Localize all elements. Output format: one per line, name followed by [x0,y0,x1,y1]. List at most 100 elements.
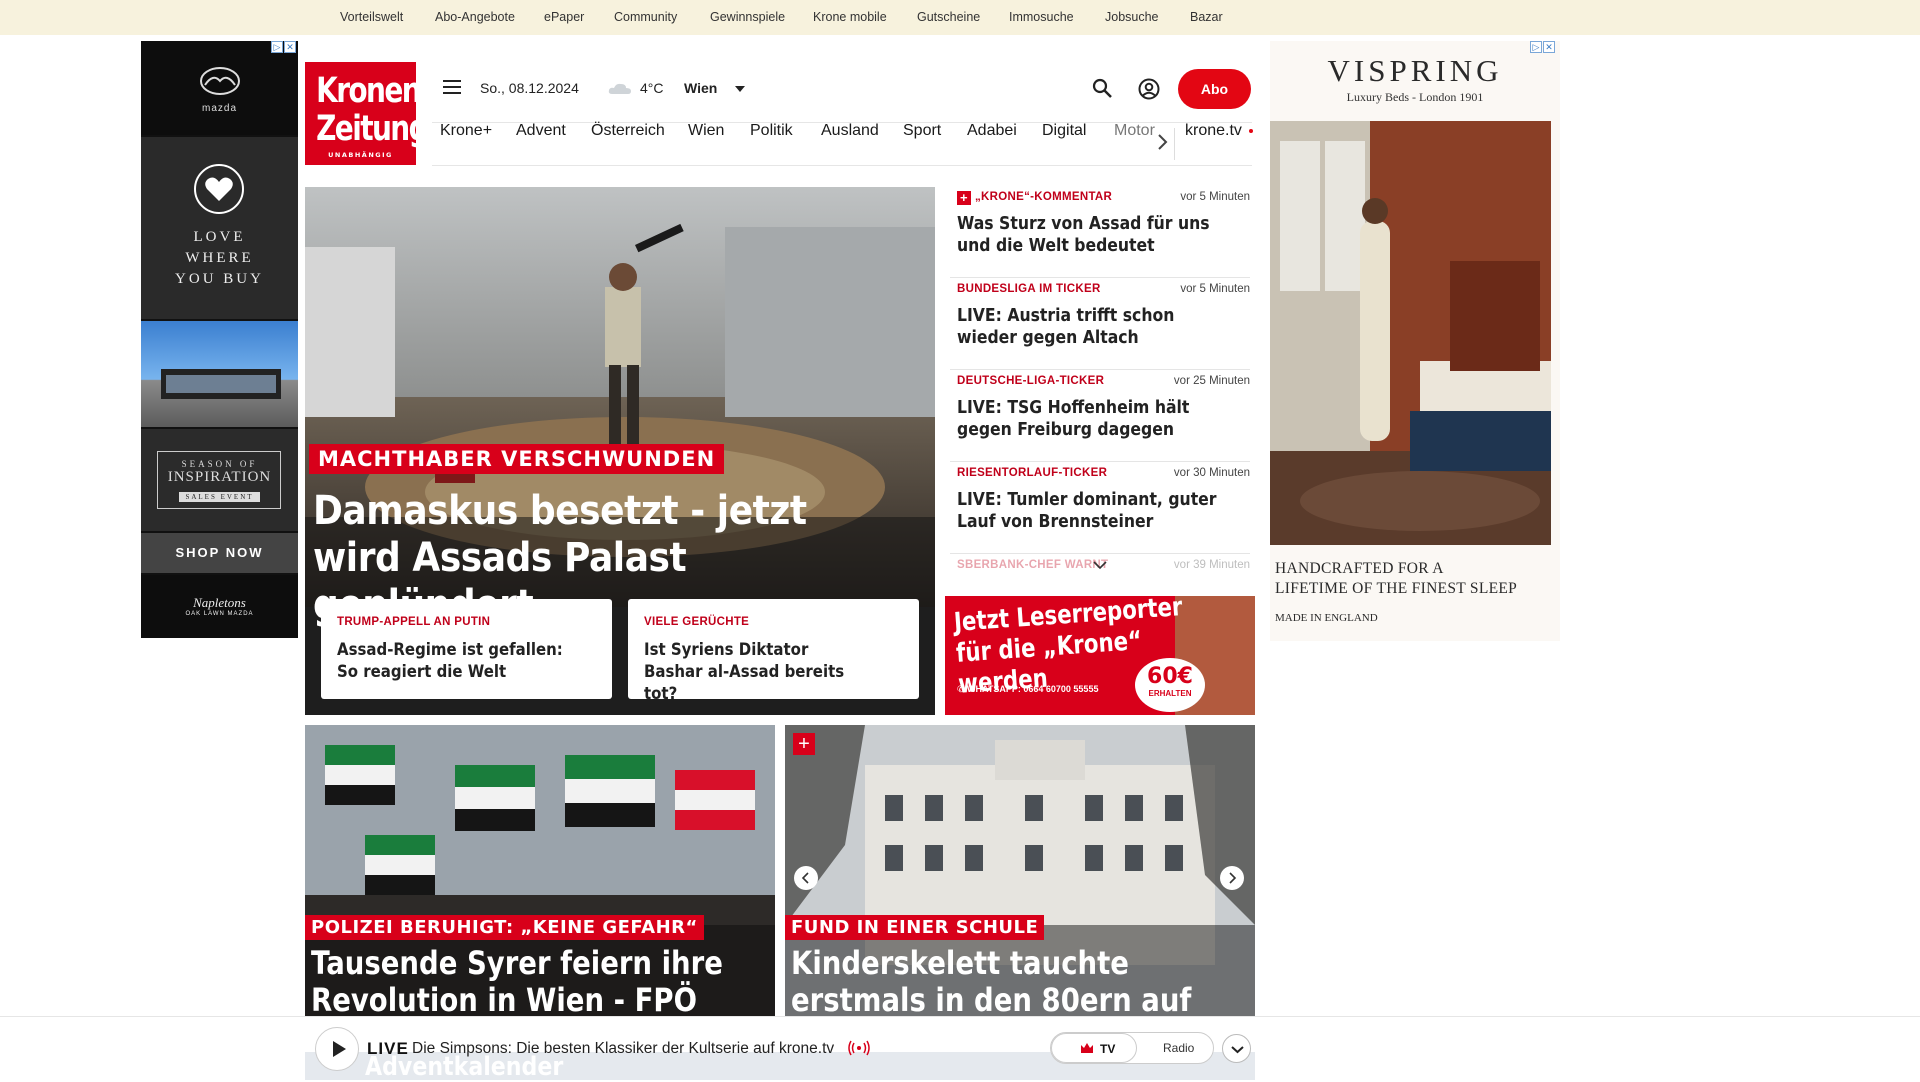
heart-icon [194,164,244,214]
ticker-title: LIVE: Tumler dominant, guter Lauf von Br… [957,489,1217,532]
slider-prev-button[interactable] [794,866,818,890]
card-title: Tausende Syrer feiern ihre Revolution in… [311,944,723,1018]
card-kicker: POLIZEI BERUHIGT: „KEINE GEFAHR“ [305,915,704,940]
ticker-time: vor 39 Minuten [1173,559,1250,571]
radio-option[interactable]: Radio [1163,1041,1194,1055]
topnav-gewinnspiele[interactable]: Gewinnspiele [710,10,785,24]
topnav-immosuche[interactable]: Immosuche [1009,10,1074,24]
tv-radio-toggle[interactable]: TV Radio [1050,1032,1214,1064]
topnav-abo-angebote[interactable]: Abo-Angebote [435,10,515,24]
slider-next-button[interactable] [1220,866,1244,890]
tv-label: TV [1100,1042,1116,1056]
dealer-sub: OAK LAWN MAZDA [185,611,254,617]
tab-adabei[interactable]: Adabei [967,122,1017,140]
ad-info-icon[interactable]: ▷ [1530,41,1542,53]
mazda-logo-icon [200,67,240,95]
mazda-logo-block: mazda [141,41,298,135]
ad-caption-2: LIFETIME OF THE FINEST SLEEP [1275,580,1518,597]
left-skyscraper-ad[interactable]: mazda LOVE WHERE YOU BUY SEASON OF INSPI… [141,41,298,638]
krone-logo[interactable]: Kronen Zeitung UNABHÄNGIG [305,62,429,165]
tab-oesterreich[interactable]: Österreich [591,122,665,140]
menu-icon[interactable] [443,80,461,94]
dealer-name: Napletons [193,595,246,610]
tab-krone-tv[interactable]: krone.tv [1185,122,1242,140]
tv-option[interactable]: TV [1051,1033,1137,1063]
subcard-kicker: TRUMP-APPELL AN PUTIN [337,616,491,628]
shop-now-button[interactable]: SHOP NOW [141,533,298,573]
vispring-sub: Luxury Beds - London 1901 [1346,90,1484,104]
article-card[interactable]: POLIZEI BERUHIGT: „KEINE GEFAHR“ Tausend… [305,725,775,1017]
bedroom-photo [1270,121,1551,545]
prize-amount: 60€ [1147,664,1193,689]
topnav-epaper[interactable]: ePaper [544,10,584,24]
topnav-community[interactable]: Community [614,10,677,24]
vispring-logo: VISPRING [1327,53,1503,88]
abo-button[interactable]: Abo [1178,69,1251,109]
topnav-vorteilswelt[interactable]: Vorteilswelt [340,10,403,24]
expand-player-button[interactable] [1222,1034,1251,1063]
top-service-nav: Vorteilswelt Abo-Angebote ePaper Communi… [0,0,1920,35]
ticker-item[interactable]: DEUTSCHE-LIGA-TICKER vor 25 Minuten LIVE… [950,370,1250,462]
ticker-kicker: SBERBANK-CHEF WARNT [957,559,1109,571]
temperature: 4°C [640,80,664,96]
crown-icon [1081,1043,1093,1053]
tab-sport[interactable]: Sport [903,122,941,140]
logo-tagline: UNABHÄNGIG [328,151,393,159]
user-icon[interactable] [1138,78,1160,100]
subcard-kicker: VIELE GERÜCHTE [644,616,750,628]
hero-subcard-1[interactable]: TRUMP-APPELL AN PUTIN Assad-Regime ist g… [321,599,612,699]
ticker-kicker: RIESENTORLAUF-TICKER [957,467,1108,479]
ticker-title: LIVE: Austria trifft schon wieder gegen … [957,305,1175,348]
krone-plus-icon: + [793,733,815,755]
ticker-item[interactable]: RIESENTORLAUF-TICKER vor 30 Minuten LIVE… [950,462,1250,554]
ad-made-in: MADE IN ENGLAND [1275,612,1378,624]
search-icon[interactable] [1092,78,1112,98]
article-card[interactable]: + FUND IN EINER SCHULE Kinderskelett tau… [785,725,1255,1017]
hero-kicker: MACHTHABER VERSCHWUNDEN [309,444,725,474]
ticker-time: vor 5 Minuten [1180,283,1250,295]
mazda-wordmark: mazda [201,103,237,114]
tab-ausland[interactable]: Ausland [821,122,879,140]
city-select[interactable]: Wien [684,80,717,96]
card-kicker: FUND IN EINER SCHULE [785,915,1045,940]
leser-whatsapp: WHATSAPP: 0664 60700 55555 [967,684,1099,694]
chevron-down-icon[interactable] [735,86,745,92]
hero-subcard-2[interactable]: VIELE GERÜCHTE Ist Syriens Diktator Bash… [628,599,919,704]
ticker-title: LIVE: TSG Hoffenheim hält gegen Freiburg… [957,397,1190,440]
broadcast-icon [848,1040,870,1056]
live-label: LIVE [367,1039,409,1058]
chevron-right-icon[interactable] [1155,132,1169,152]
play-button[interactable] [315,1027,359,1071]
topnav-krone-mobile[interactable]: Krone mobile [813,10,887,24]
current-date: So., 08.12.2024 [480,80,579,96]
tab-wien[interactable]: Wien [688,122,724,140]
love-where-you-buy-block: LOVE WHERE YOU BUY [141,137,298,319]
topnav-gutscheine[interactable]: Gutscheine [917,10,980,24]
tab-advent[interactable]: Advent [516,122,566,140]
dealership-photo [141,321,298,427]
season-inspiration-block: SEASON OF INSPIRATION SALES EVENT [141,429,298,531]
tab-politik[interactable]: Politik [750,122,793,140]
ticker-item[interactable]: + „KRONE“-KOMMENTAR vor 5 Minuten Was Stu… [950,186,1250,278]
tab-digital[interactable]: Digital [1042,122,1086,140]
chevron-down-icon[interactable] [1092,560,1108,570]
ticker-title: Was Sturz von Assad für uns und die Welt… [957,213,1210,256]
play-icon [333,1041,346,1057]
ad-close-icon[interactable]: ✕ [284,41,296,53]
topnav-bazar[interactable]: Bazar [1190,10,1223,24]
live-now-playing[interactable]: Die Simpsons: Die besten Klassiker der K… [412,1040,834,1058]
right-skyscraper-ad[interactable]: VISPRING Luxury Beds - London 1901 HANDC… [1270,41,1560,641]
ticker-time: vor 5 Minuten [1180,191,1250,203]
ad-close-icon[interactable]: ✕ [1543,41,1555,53]
ad-info-icon[interactable]: ▷ [271,41,283,53]
leserreporter-ad[interactable]: Jetzt Leserreporter für die „Krone“ werd… [945,596,1255,715]
tab-krone-plus[interactable]: Krone+ [440,122,492,140]
ticker-kicker: DEUTSCHE-LIGA-TICKER [957,375,1105,387]
topnav-jobsuche[interactable]: Jobsuche [1105,10,1159,24]
tab-motor[interactable]: Motor [1114,122,1155,140]
live-dot [1249,129,1253,133]
ticker-item[interactable]: BUNDESLIGA IM TICKER vor 5 Minuten LIVE:… [950,278,1250,370]
ad-text-sales-event: SALES EVENT [179,492,260,502]
chevron-left-icon [801,872,809,884]
dealer-logo: Napletons OAK LAWN MAZDA [141,575,298,638]
